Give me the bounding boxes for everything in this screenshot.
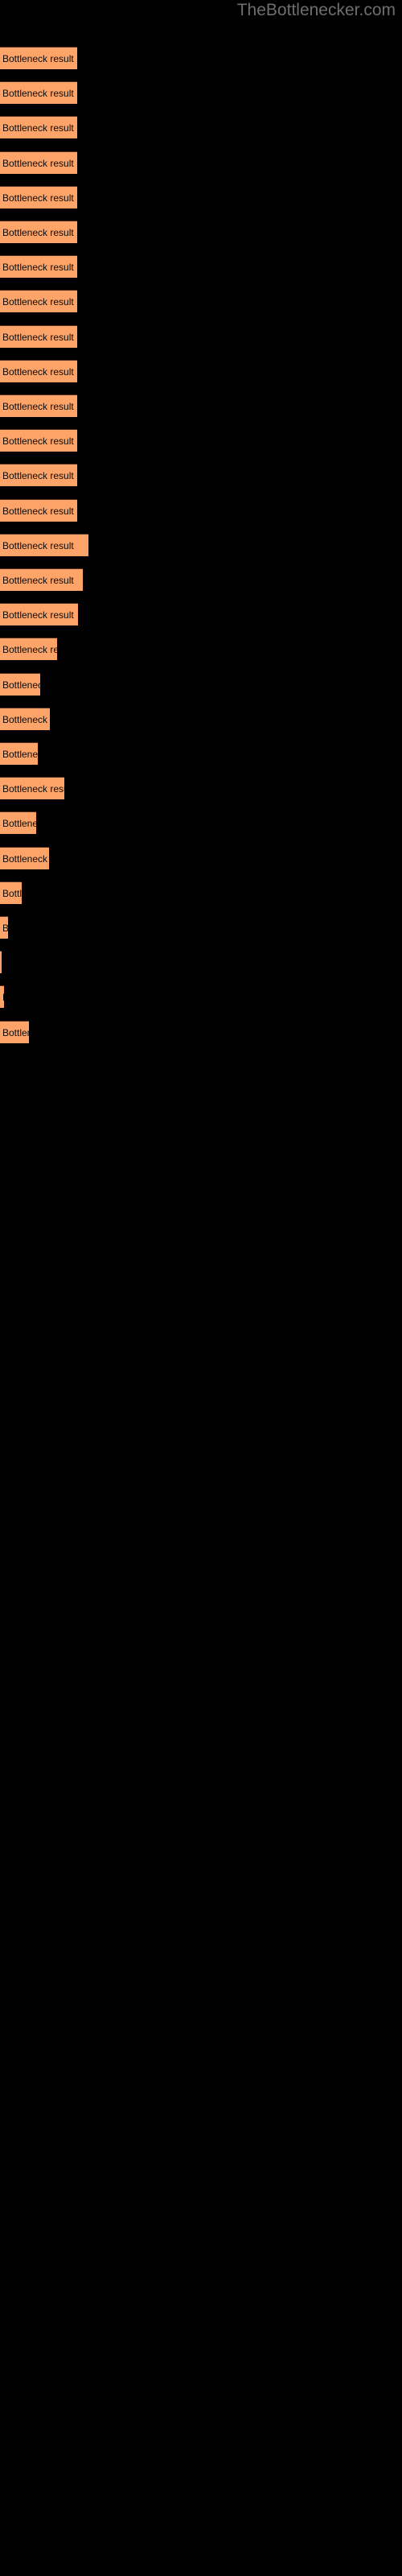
bar-29[interactable]: Bottleneck result <box>0 1021 29 1043</box>
bar-16[interactable]: Bottleneck result <box>0 568 83 591</box>
bar-label: Bottleneck result <box>2 262 74 273</box>
bar-label: Bottleneck result <box>2 53 74 64</box>
bar-clip: Bottleneck result <box>0 777 64 799</box>
bar-label: Bottleneck result <box>2 470 74 481</box>
bar-clip: Bottleneck result <box>0 464 77 486</box>
bar-clip: Bottleneck result <box>0 985 4 1008</box>
bar-2[interactable]: Bottleneck result <box>0 81 77 104</box>
bar-15[interactable]: Bottleneck result <box>0 534 88 556</box>
bar-26[interactable]: Bottleneck result <box>0 916 8 939</box>
bar-25[interactable]: Bottleneck result <box>0 881 22 904</box>
bar-label: Bottleneck result <box>2 1027 29 1038</box>
bar-22[interactable]: Bottleneck result <box>0 777 64 799</box>
bar-clip: Bottleneck result <box>0 568 83 591</box>
bar-label: Bottleneck result <box>2 679 40 691</box>
bar-23[interactable]: Bottleneck result <box>0 811 36 834</box>
bar-label: Bottleneck result <box>2 714 50 725</box>
bar-label: Bottleneck result <box>2 366 74 378</box>
bar-label: Bottleneck result <box>2 192 74 204</box>
bar-19[interactable]: Bottleneck result <box>0 673 40 696</box>
bar-clip: Bottleneck result <box>0 47 77 69</box>
bar-clip: Bottleneck result <box>0 429 77 452</box>
bar-clip: Bottleneck result <box>0 1021 29 1043</box>
bar-27[interactable]: Bottleneck result <box>0 951 2 973</box>
bar-clip: Bottleneck result <box>0 221 77 243</box>
bar-label: Bottleneck result <box>2 923 8 934</box>
bar-21[interactable]: Bottleneck result <box>0 742 38 765</box>
bar-1[interactable]: Bottleneck result <box>0 47 77 69</box>
bar-label: Bottleneck result <box>2 540 74 551</box>
bar-10[interactable]: Bottleneck result <box>0 360 77 382</box>
bar-9[interactable]: Bottleneck result <box>0 325 77 348</box>
bar-18[interactable]: Bottleneck result <box>0 638 57 660</box>
bar-clip: Bottleneck result <box>0 151 77 174</box>
bar-clip: Bottleneck result <box>0 81 77 104</box>
bar-label: Bottleneck result <box>2 122 74 134</box>
bar-clip: Bottleneck result <box>0 360 77 382</box>
bar-label: Bottleneck result <box>2 401 74 412</box>
bar-label: Bottleneck result <box>2 986 4 1008</box>
bar-label: Bottleneck result <box>2 853 49 865</box>
bar-4[interactable]: Bottleneck result <box>0 151 77 174</box>
bar-clip: Bottleneck result <box>0 638 57 660</box>
bar-label: Bottleneck result <box>2 296 74 308</box>
bar-clip: Bottleneck result <box>0 116 77 138</box>
bar-clip: Bottleneck result <box>0 255 77 278</box>
bar-14[interactable]: Bottleneck result <box>0 499 77 522</box>
bar-label: Bottleneck result <box>2 749 38 760</box>
bar-12[interactable]: Bottleneck result <box>0 429 77 452</box>
bar-clip: Bottleneck result <box>0 290 77 312</box>
bar-label: Bottleneck result <box>2 506 74 517</box>
bar-3[interactable]: Bottleneck result <box>0 116 77 138</box>
bar-clip: Bottleneck result <box>0 708 50 730</box>
bar-clip: Bottleneck result <box>0 847 49 869</box>
bar-label: Bottleneck result <box>2 158 74 169</box>
bar-label: Bottleneck result <box>2 644 57 655</box>
bar-clip: Bottleneck result <box>0 534 88 556</box>
bar-label: Bottleneck result <box>2 575 74 586</box>
bar-label: Bottleneck result <box>2 332 74 343</box>
bar-clip: Bottleneck result <box>0 603 78 625</box>
bar-clip: Bottleneck result <box>0 951 2 973</box>
bar-clip: Bottleneck result <box>0 881 22 904</box>
bar-clip: Bottleneck result <box>0 394 77 417</box>
bar-clip: Bottleneck result <box>0 325 77 348</box>
bar-13[interactable]: Bottleneck result <box>0 464 77 486</box>
bar-label: Bottleneck result <box>2 818 36 829</box>
bar-24[interactable]: Bottleneck result <box>0 847 49 869</box>
bar-5[interactable]: Bottleneck result <box>0 186 77 208</box>
bar-8[interactable]: Bottleneck result <box>0 290 77 312</box>
bar-clip: Bottleneck result <box>0 673 40 696</box>
bar-clip: Bottleneck result <box>0 916 8 939</box>
bar-17[interactable]: Bottleneck result <box>0 603 78 625</box>
bar-label: Bottleneck result <box>2 88 74 99</box>
bar-11[interactable]: Bottleneck result <box>0 394 77 417</box>
bar-clip: Bottleneck result <box>0 811 36 834</box>
bar-label: Bottleneck result <box>2 227 74 238</box>
bar-label: Bottleneck result <box>2 783 64 795</box>
bar-clip: Bottleneck result <box>0 186 77 208</box>
bottleneck-bar-chart: Bottleneck result Bottleneck result Bottle… <box>0 0 402 2576</box>
bar-label: Bottleneck result <box>2 436 74 447</box>
bar-label: Bottleneck result <box>2 609 74 621</box>
bar-7[interactable]: Bottleneck result <box>0 255 77 278</box>
bar-clip: Bottleneck result <box>0 499 77 522</box>
bar-28[interactable]: Bottleneck result <box>0 985 4 1008</box>
bar-clip: Bottleneck result <box>0 742 38 765</box>
bar-6[interactable]: Bottleneck result <box>0 221 77 243</box>
bar-20[interactable]: Bottleneck result <box>0 708 50 730</box>
bar-label: Bottleneck result <box>2 888 22 899</box>
